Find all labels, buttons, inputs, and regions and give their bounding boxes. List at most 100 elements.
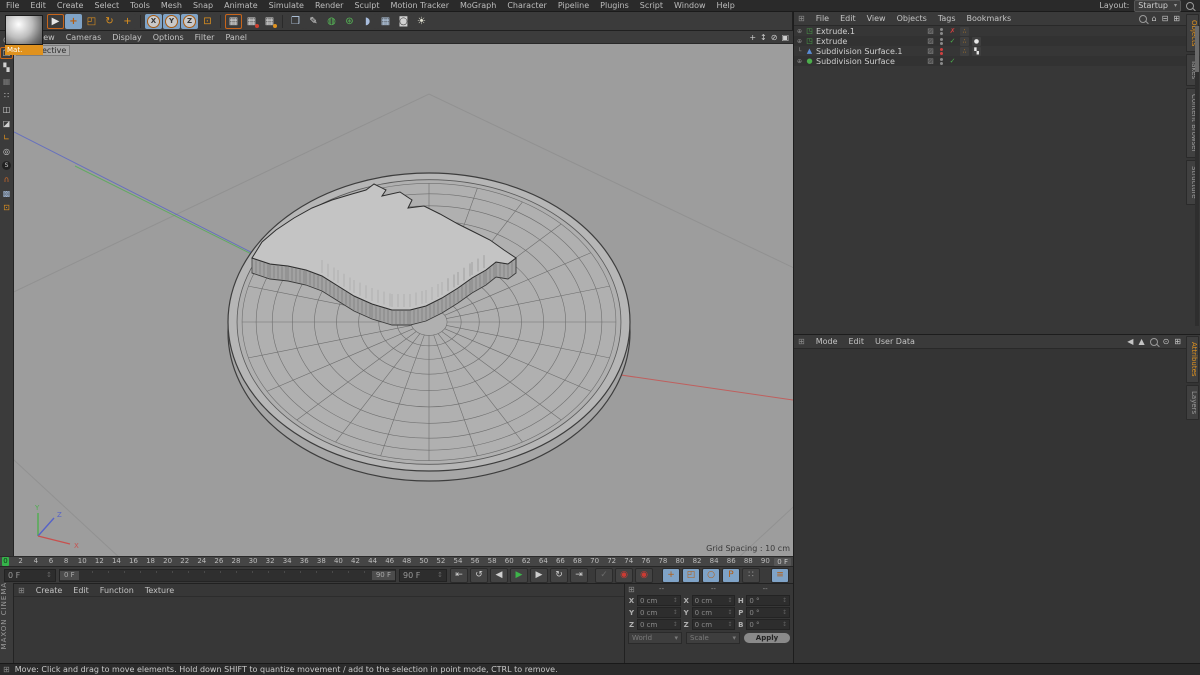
subdivision-surface-generator-button[interactable]: ◍ [323,14,340,29]
edit-column-icon[interactable]: ▨ [926,37,935,45]
menu-animate[interactable]: Animate [224,1,258,10]
key-parameter-toggle[interactable]: P [722,568,740,583]
spinner-icon[interactable]: ↕ [46,571,52,579]
menu-file[interactable]: File [6,1,19,10]
attr-menu-edit[interactable]: Edit [849,337,865,346]
timeline-tick[interactable]: 20 [163,557,172,566]
end-frame-field[interactable]: 90 F ↕ [399,569,447,582]
timeline-tick[interactable]: 48 [402,557,411,566]
render-settings-button[interactable]: ▦ [261,14,278,29]
render-to-picture-viewer-button[interactable]: ▦ [243,14,260,29]
timeline-tick[interactable]: 64 [539,557,548,566]
timeline-tick[interactable]: 84 [710,557,719,566]
object-name[interactable]: Extrude.1 [816,27,924,36]
timeline-tick[interactable]: 18 [146,557,155,566]
menu-render[interactable]: Render [315,1,343,10]
material-menu-texture[interactable]: Texture [145,586,174,595]
timeline-tick[interactable]: 50 [419,557,428,566]
timeline-tick[interactable]: 46 [385,557,394,566]
tab-layers[interactable]: Layers [1186,385,1199,420]
timeline-tick[interactable]: 62 [522,557,531,566]
menu-character[interactable]: Character [507,1,547,10]
timeline-tick[interactable]: 76 [641,557,650,566]
object-row[interactable]: ⊕◳Extrude▨✓∴● [794,36,1200,46]
toggle-view-control[interactable]: ▣ [781,33,789,42]
om-menu-bookmarks[interactable]: Bookmarks [967,14,1012,23]
goto-start-button[interactable]: ⇤ [450,568,468,583]
disc-object[interactable] [228,173,630,481]
edit-column-icon[interactable]: ▨ [926,47,935,55]
expand-icon[interactable]: ⊕ [796,38,803,45]
timeline-tick[interactable]: 80 [676,557,685,566]
spinner-icon[interactable]: ↕ [673,621,678,628]
search-icon[interactable] [1139,15,1147,23]
tab-attributes[interactable]: Attributes [1186,336,1199,383]
position-value-field[interactable]: 0 cm↕ [637,607,681,618]
timeline-tick[interactable]: 52 [436,557,445,566]
spinner-icon[interactable]: ↕ [727,621,732,628]
rotation-value-field[interactable]: 0 °↕ [746,619,790,630]
timeline-tick[interactable]: 36 [300,557,309,566]
timeline-tick[interactable]: 90 [761,557,770,566]
last-used-tool[interactable]: + [119,14,136,29]
camera-button[interactable]: ◙ [395,14,412,29]
timeline-tick[interactable]: 86 [727,557,736,566]
viewport-menu-cameras[interactable]: Cameras [66,33,102,42]
om-menu-tags[interactable]: Tags [938,14,956,23]
timeline-tick[interactable]: 24 [197,557,206,566]
search-icon[interactable] [1150,338,1158,346]
menu-create[interactable]: Create [57,1,84,10]
rotation-value-field[interactable]: 0 °↕ [746,595,790,606]
object-manager-scrollbar[interactable] [1195,26,1199,326]
timeline-playhead[interactable]: 0 [2,557,9,566]
viewport-solo-button[interactable]: ◎ [0,145,13,157]
range-end-handle[interactable]: 90 F [372,571,395,580]
timeline-tick[interactable]: 54 [454,557,463,566]
spinner-icon[interactable]: ↕ [782,597,787,604]
viewport-panel[interactable]: ⊞ ViewCamerasDisplayOptionsFilterPanel+↕… [14,31,793,556]
timeline-tick[interactable]: 56 [471,557,480,566]
timeline-tick[interactable]: 10 [78,557,87,566]
goto-previous-key-button[interactable]: ↺ [470,568,488,583]
menu-tools[interactable]: Tools [130,1,150,10]
timeline-tick[interactable]: 40 [334,557,343,566]
edit-column-icon[interactable]: ▨ [926,57,935,65]
timeline-tick[interactable]: 14 [112,557,121,566]
add-panel-icon[interactable]: ⊞ [1174,337,1181,346]
checker-tag-icon[interactable]: ▚ [972,47,981,56]
timeline-tick[interactable]: 30 [249,557,258,566]
position-value-field[interactable]: 0 cm↕ [637,619,681,630]
viewport-menu-panel[interactable]: Panel [225,33,247,42]
om-menu-objects[interactable]: Objects [897,14,927,23]
viewport-canvas[interactable]: YZX [14,44,793,557]
scrollbar-thumb[interactable] [1195,26,1199,72]
timeline-tick[interactable]: 88 [744,557,753,566]
visibility-dot[interactable] [940,28,943,31]
visibility-dot[interactable] [940,32,943,35]
edges-mode-button[interactable]: ◫ [0,103,13,115]
add-primitive-cube-button[interactable]: ❒ [287,14,304,29]
spinner-icon[interactable]: ↕ [727,597,732,604]
rotation-value-field[interactable]: 0 °↕ [746,607,790,618]
texture-tag-icon[interactable]: ● [972,37,981,46]
timeline-tick[interactable]: 34 [283,557,292,566]
current-frame-field[interactable]: 0 F ↕ [4,569,56,582]
key-rotation-toggle[interactable]: ○ [702,568,720,583]
timeline-tick[interactable]: 70 [590,557,599,566]
search-icon[interactable] [1186,2,1194,10]
menu-mesh[interactable]: Mesh [161,1,182,10]
menu-snap[interactable]: Snap [193,1,213,10]
spinner-icon[interactable]: ↕ [673,609,678,616]
panel-grip-icon[interactable]: ⊞ [628,585,635,594]
timeline-tick[interactable]: 6 [47,557,54,566]
render-view-button[interactable]: ▦ [225,14,242,29]
timeline-tick[interactable]: 26 [214,557,223,566]
rotate-tool[interactable]: ↻ [101,14,118,29]
attr-menu-mode[interactable]: Mode [816,337,838,346]
lock-x-axis-button[interactable]: X [145,14,162,29]
quantize-magnet-button[interactable]: ∩ [0,173,13,185]
object-row[interactable]: ⊕◳Extrude.1▨✗∴ [794,26,1200,36]
points-mode-button[interactable]: ∷ [0,89,13,101]
enable-state-icon[interactable]: ✗ [948,27,957,35]
phong-tag-icon[interactable]: ∴ [960,27,969,36]
